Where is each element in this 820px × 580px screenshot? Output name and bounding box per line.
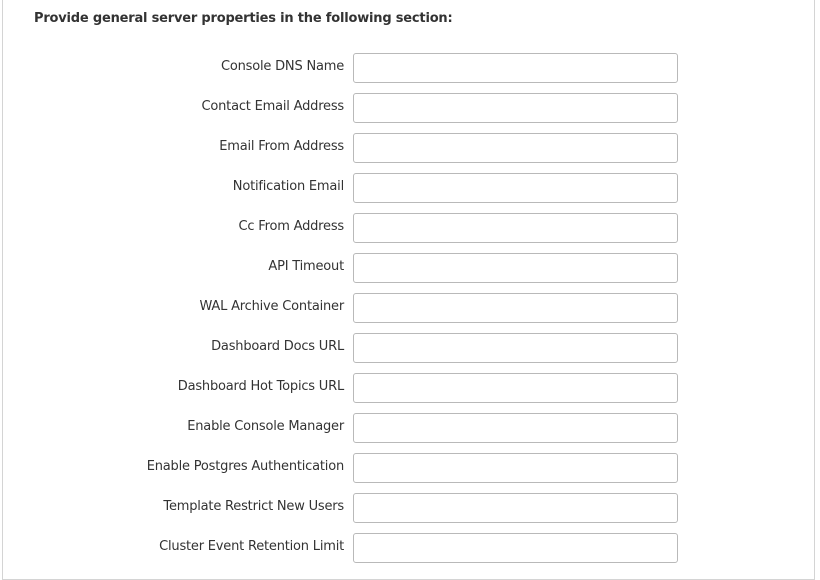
form-row-dashboard-hot-topics-url: Dashboard Hot Topics URL <box>3 373 816 403</box>
server-properties-panel: Provide general server properties in the… <box>2 0 815 580</box>
field-label: Dashboard Hot Topics URL <box>177 379 344 394</box>
notification-email-input[interactable] <box>353 173 678 203</box>
api-timeout-input[interactable] <box>353 253 678 283</box>
field-label: Console DNS Name <box>220 59 344 74</box>
field-label: Dashboard Docs URL <box>211 339 344 354</box>
form-row-contact-email-address: Contact Email Address <box>3 93 816 123</box>
console-dns-name-input[interactable] <box>353 53 678 83</box>
section-heading: Provide general server properties in the… <box>34 11 453 26</box>
cc-from-address-input[interactable] <box>353 213 678 243</box>
field-label: API Timeout <box>268 259 344 274</box>
template-restrict-new-users-input[interactable] <box>353 493 678 523</box>
contact-email-address-input[interactable] <box>353 93 678 123</box>
form-row-enable-console-manager: Enable Console Manager <box>3 413 816 443</box>
form-row-template-restrict-new-users: Template Restrict New Users <box>3 493 816 523</box>
field-label: WAL Archive Container <box>199 299 344 314</box>
enable-postgres-authentication-input[interactable] <box>353 453 678 483</box>
field-label: Cluster Event Retention Limit <box>159 539 344 554</box>
form-row-wal-archive-container: WAL Archive Container <box>3 293 816 323</box>
email-from-address-input[interactable] <box>353 133 678 163</box>
field-label: Cc From Address <box>238 219 345 234</box>
field-label: Template Restrict New Users <box>163 499 344 514</box>
form-row-console-dns-name: Console DNS Name <box>3 53 816 83</box>
form-row-api-timeout: API Timeout <box>3 253 816 283</box>
form-row-cluster-event-retention-limit: Cluster Event Retention Limit <box>3 533 816 563</box>
form-row-cc-from-address: Cc From Address <box>3 213 816 243</box>
field-label: Enable Console Manager <box>187 419 344 434</box>
form-row-notification-email: Notification Email <box>3 173 816 203</box>
form-row-enable-postgres-authentication: Enable Postgres Authentication <box>3 453 816 483</box>
form-row-email-from-address: Email From Address <box>3 133 816 163</box>
field-label: Notification Email <box>232 179 344 194</box>
form-row-dashboard-docs-url: Dashboard Docs URL <box>3 333 816 363</box>
dashboard-hot-topics-url-input[interactable] <box>353 373 678 403</box>
enable-console-manager-input[interactable] <box>353 413 678 443</box>
dashboard-docs-url-input[interactable] <box>353 333 678 363</box>
wal-archive-container-input[interactable] <box>353 293 678 323</box>
cluster-event-retention-limit-input[interactable] <box>353 533 678 563</box>
field-label: Contact Email Address <box>201 99 345 114</box>
field-label: Email From Address <box>219 139 344 154</box>
field-label: Enable Postgres Authentication <box>146 459 344 474</box>
